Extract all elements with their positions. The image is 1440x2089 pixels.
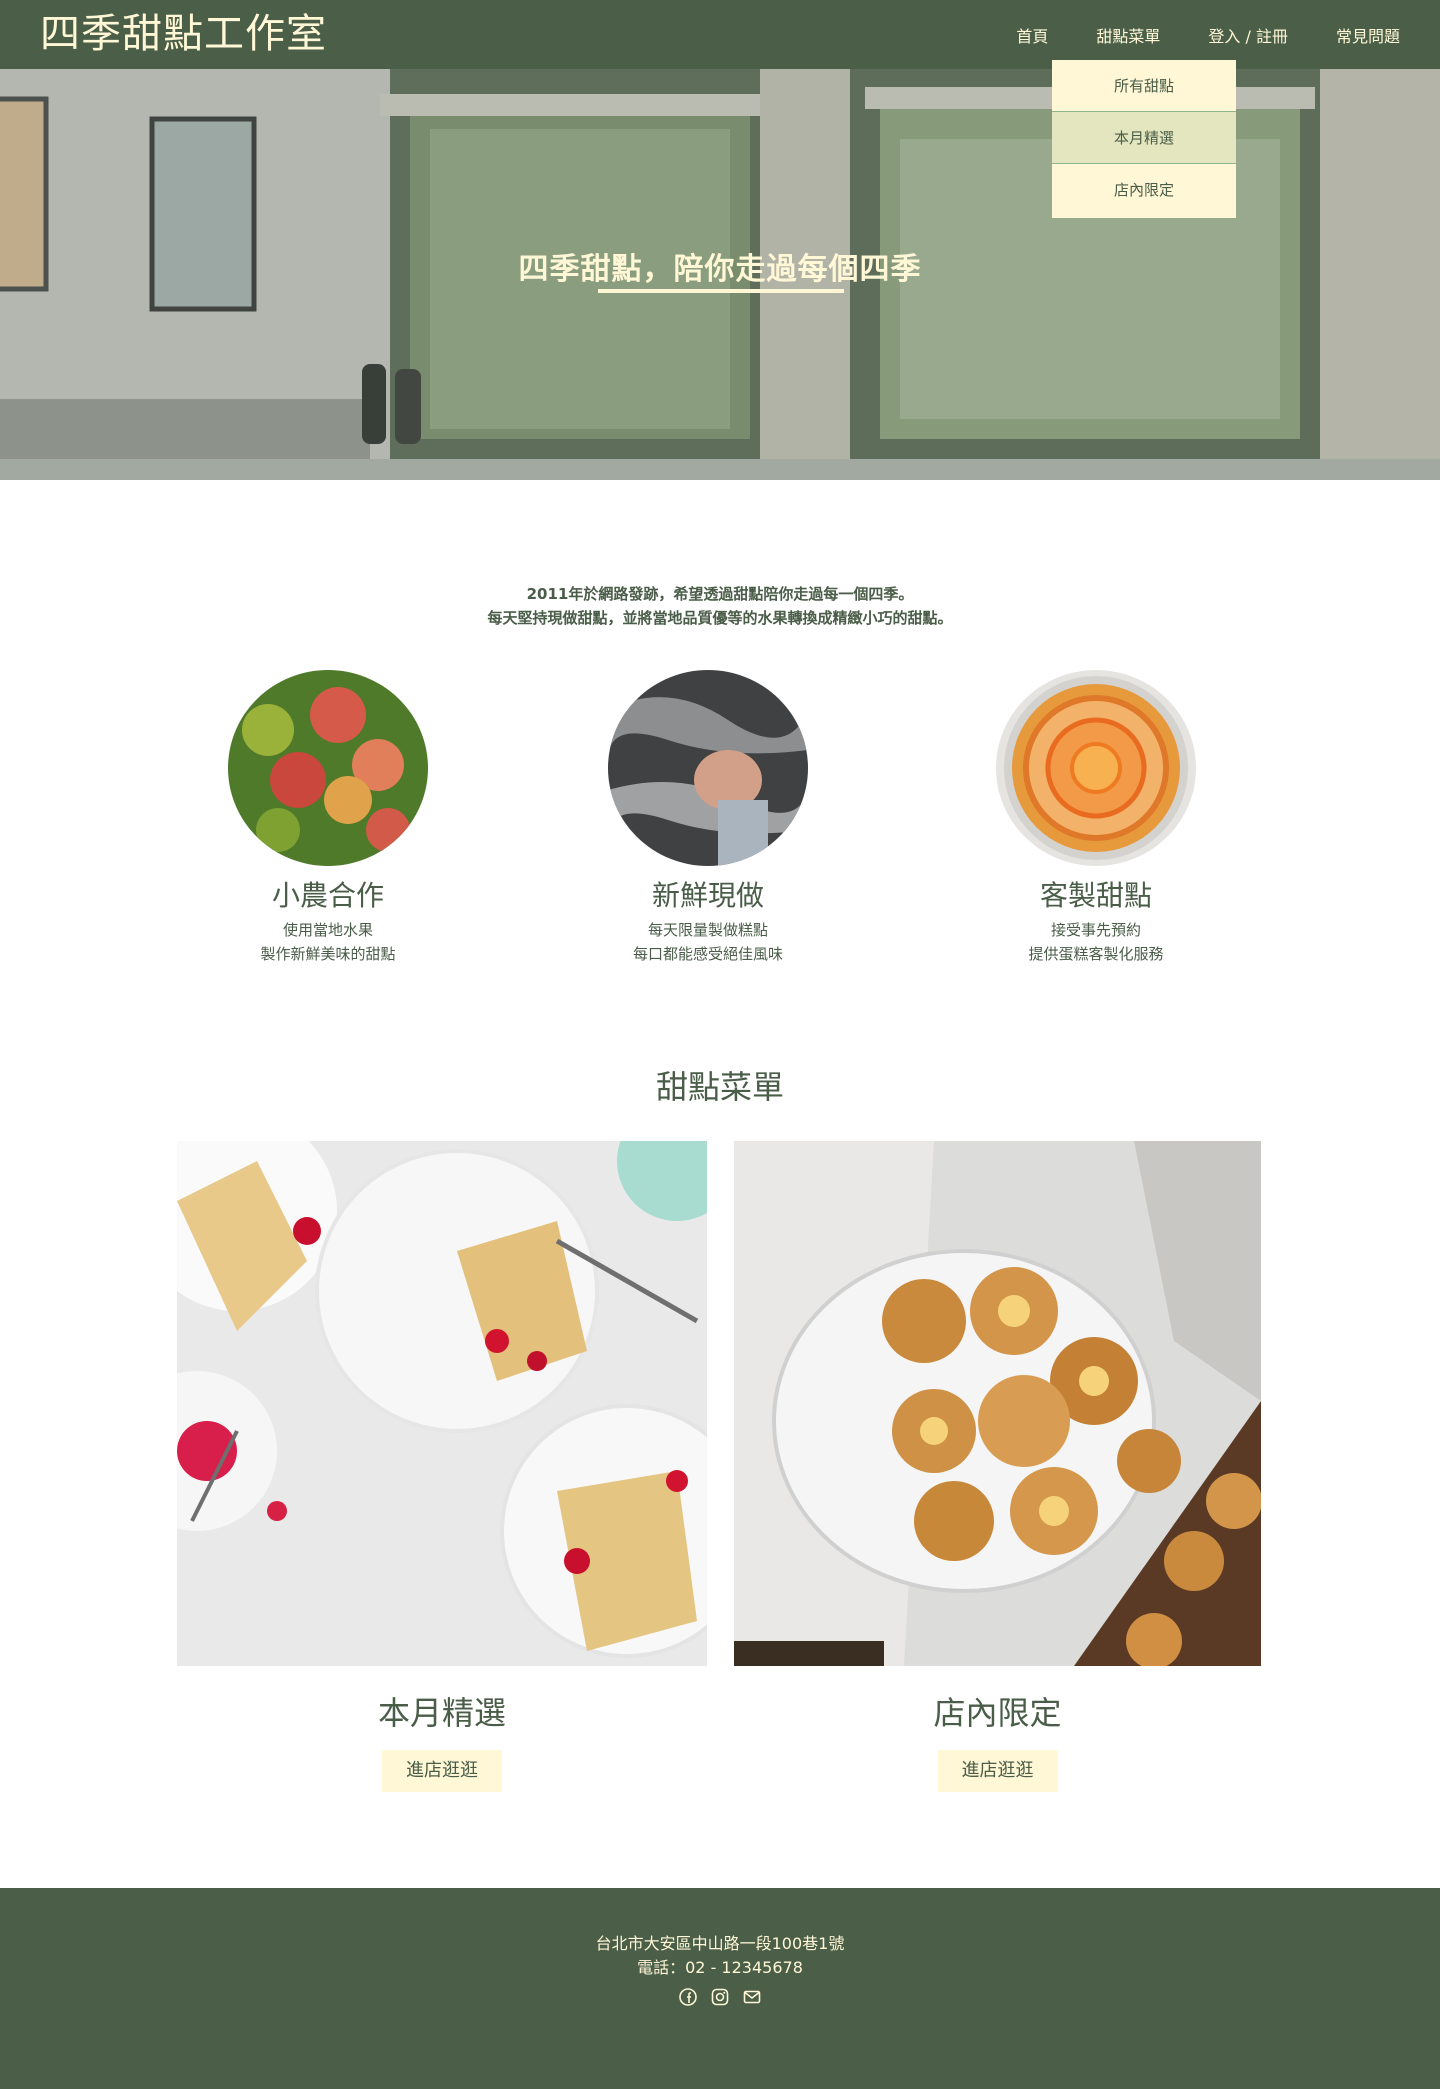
footer-phone: 電話：02 - 12345678	[637, 1958, 803, 1977]
dessert-menu-dropdown: 所有甜點 本月精選 店內限定	[1052, 60, 1236, 218]
feature-desc-line: 每口都能感受絕佳風味	[632, 945, 783, 963]
feature-farm-cooperation: 小農合作 使用當地水果 製作新鮮美味的甜點	[178, 670, 478, 966]
feature-desc-line: 每天限量製做糕點	[647, 921, 768, 939]
menu-card-store-exclusive: 店內限定 進店逛逛	[734, 1141, 1261, 1792]
nav-item-home[interactable]: 首頁	[1016, 23, 1048, 47]
visit-store-button[interactable]: 進店逛逛	[937, 1750, 1058, 1792]
intro-line-1: 2011年於網路發跡，希望透過甜點陪你走過每一個四季。	[526, 585, 914, 603]
kneading-hands-image	[608, 670, 808, 866]
social-icons	[0, 1988, 1440, 2006]
feature-desc-line: 使用當地水果	[282, 921, 373, 939]
hero-title-underline	[598, 289, 844, 293]
facebook-icon[interactable]	[679, 1988, 697, 2006]
card-title: 本月精選	[377, 1694, 506, 1732]
features-row: 小農合作 使用當地水果 製作新鮮美味的甜點 新鮮現做 每天限量製做糕點 每口都能…	[0, 670, 1440, 970]
feature-title: 新鮮現做	[651, 879, 764, 912]
footer: 台北市大安區中山路一段100巷1號 電話：02 - 12345678	[0, 1888, 1440, 2089]
intro-line-2: 每天堅持現做甜點，並將當地品質優等的水果轉換成精緻小巧的甜點。	[487, 609, 953, 627]
feature-description: 每天限量製做糕點 每口都能感受絕佳風味	[558, 918, 858, 966]
visit-store-button[interactable]: 進店逛逛	[382, 1750, 502, 1792]
menu-card-monthly-picks: 本月精選 進店逛逛	[177, 1141, 707, 1792]
apples-image	[228, 670, 428, 866]
nav-item-login-register[interactable]: 登入 / 註冊	[1208, 23, 1288, 47]
dropdown-item-store-exclusive[interactable]: 店內限定	[1052, 164, 1236, 218]
feature-desc-line: 接受事先預約	[1050, 921, 1141, 939]
instagram-icon[interactable]	[711, 1988, 729, 2006]
dessert-menu-heading: 甜點菜單	[655, 1068, 784, 1106]
dropdown-item-monthly-picks[interactable]: 本月精選	[1052, 112, 1236, 164]
footer-contact: 台北市大安區中山路一段100巷1號 電話：02 - 12345678	[0, 1932, 1440, 1980]
berry-cake-image[interactable]	[177, 1141, 707, 1666]
feature-description: 接受事先預約 提供蛋糕客製化服務	[946, 918, 1246, 966]
feature-title: 小農合作	[271, 879, 384, 912]
muffins-image[interactable]	[734, 1141, 1261, 1666]
footer-address: 台北市大安區中山路一段100巷1號	[595, 1934, 845, 1953]
main-menu: 首頁 甜點菜單 登入 / 註冊 常見問題	[1016, 0, 1400, 69]
nav-item-dessert-menu[interactable]: 甜點菜單	[1096, 23, 1160, 47]
card-title: 店內限定	[933, 1694, 1062, 1732]
hero-title: 四季甜點，陪你走過每個四季	[518, 252, 922, 287]
feature-description: 使用當地水果 製作新鮮美味的甜點	[178, 918, 478, 966]
intro-text: 2011年於網路發跡，希望透過甜點陪你走過每一個四季。 每天堅持現做甜點，並將當…	[0, 582, 1440, 630]
dropdown-item-all-desserts[interactable]: 所有甜點	[1052, 60, 1236, 112]
nav-item-faq[interactable]: 常見問題	[1336, 23, 1400, 47]
feature-desc-line: 製作新鮮美味的甜點	[260, 945, 396, 963]
mail-icon[interactable]	[743, 1988, 761, 2006]
feature-title: 客製甜點	[1039, 879, 1152, 912]
brand-logo-text[interactable]: 四季甜點工作室	[40, 12, 327, 56]
orange-tart-image	[996, 670, 1196, 866]
top-navbar: 四季甜點工作室 首頁 甜點菜單 登入 / 註冊 常見問題	[0, 0, 1440, 69]
feature-fresh-made: 新鮮現做 每天限量製做糕點 每口都能感受絕佳風味	[558, 670, 858, 966]
feature-desc-line: 提供蛋糕客製化服務	[1028, 945, 1164, 963]
feature-custom-desserts: 客製甜點 接受事先預約 提供蛋糕客製化服務	[946, 670, 1246, 966]
